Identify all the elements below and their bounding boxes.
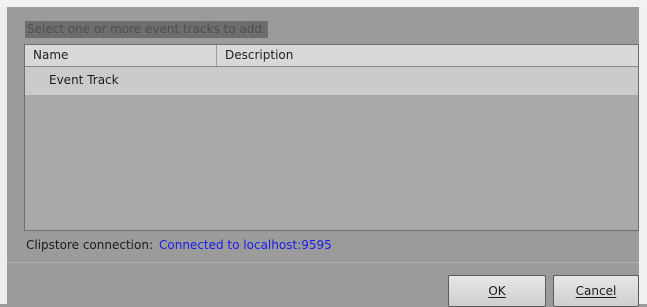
divider — [7, 262, 639, 263]
window-right-edge — [639, 7, 647, 304]
window-left-edge — [0, 7, 7, 304]
list-item[interactable]: Event Track — [25, 67, 638, 95]
instruction-label: Select one or more event tracks to add: — [25, 21, 269, 38]
column-header-description[interactable]: Description — [217, 45, 637, 66]
cancel-button-label: Cancel — [575, 284, 617, 298]
window-top-edge — [0, 0, 647, 7]
list-item-name: Event Track — [49, 73, 119, 87]
connection-label: Clipstore connection: — [26, 238, 153, 252]
ok-button-label: OK — [488, 284, 506, 298]
cancel-button[interactable]: Cancel — [553, 275, 639, 307]
event-track-list[interactable]: Name Description Event Track — [24, 44, 639, 231]
list-header: Name Description — [25, 45, 638, 67]
add-event-tracks-dialog: Select one or more event tracks to add: … — [7, 7, 639, 307]
column-header-name[interactable]: Name — [25, 45, 217, 66]
ok-button[interactable]: OK — [448, 275, 546, 307]
connection-value: Connected to localhost:9595 — [159, 238, 332, 252]
clipstore-connection-status: Clipstore connection: Connected to localh… — [26, 236, 332, 254]
